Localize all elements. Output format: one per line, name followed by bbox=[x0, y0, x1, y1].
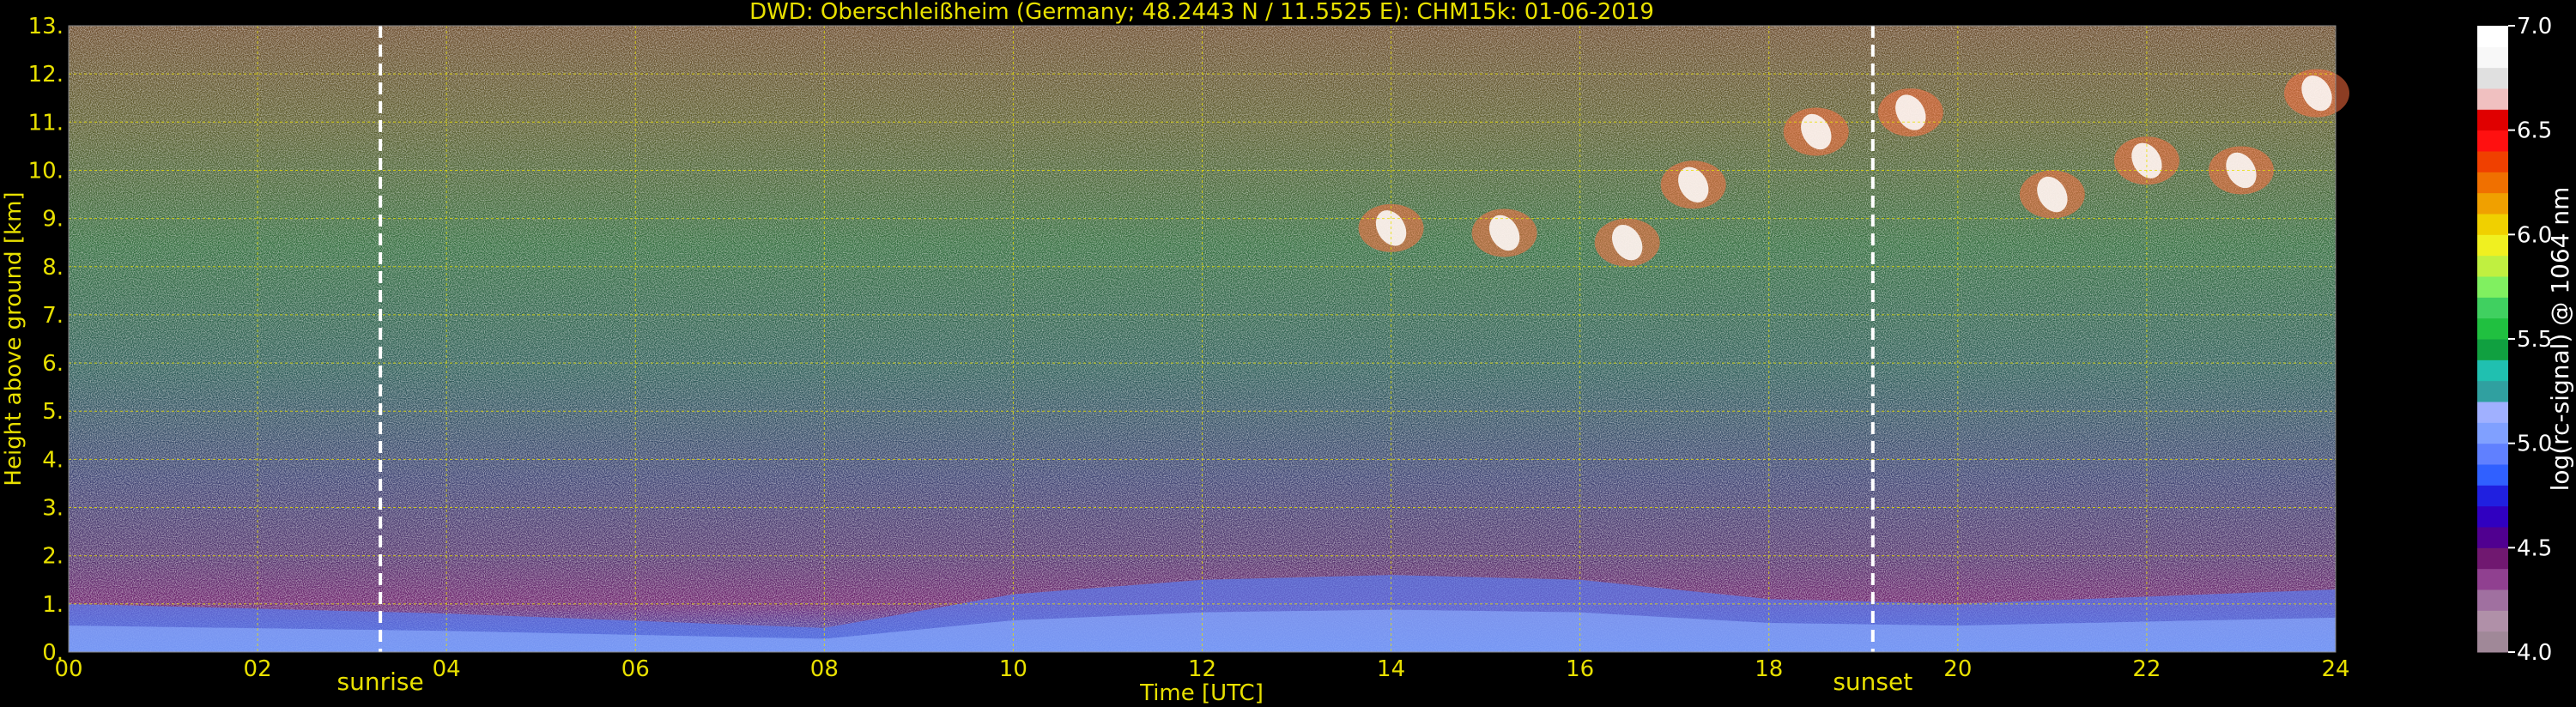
colorbar-cell bbox=[2477, 109, 2508, 131]
colorbar-cell bbox=[2477, 568, 2508, 590]
x-tick-label: 02 bbox=[244, 656, 272, 682]
x-tick-label: 24 bbox=[2321, 656, 2349, 682]
colorbar-cell bbox=[2477, 380, 2508, 402]
colorbar-cell bbox=[2477, 172, 2508, 194]
colorbar-cell bbox=[2477, 26, 2508, 47]
x-tick-label: 20 bbox=[1943, 656, 1972, 682]
chart-title: DWD: Oberschleißheim (Germany; 48.2443 N… bbox=[749, 0, 1654, 25]
colorbar-cell bbox=[2477, 297, 2508, 319]
y-tick-label: 7. bbox=[42, 303, 64, 329]
y-tick-labels: 0. 1. 2. 3. 4. 5. 6. 7. 8. 9. 10. 11. 12. 13. bbox=[28, 14, 64, 666]
y-tick-label: 2. bbox=[42, 544, 64, 570]
y-tick-label: 11. bbox=[28, 110, 64, 136]
colorbar: 4.04.55.05.56.06.57.0 log(rc-signal) @ 1… bbox=[2477, 14, 2574, 666]
x-tick-label: 06 bbox=[621, 656, 650, 682]
colorbar-cell bbox=[2477, 255, 2508, 277]
colorbar-tick-label: 6.5 bbox=[2517, 118, 2552, 144]
colorbar-tick-label: 4.5 bbox=[2517, 535, 2552, 561]
x-tick-label: 08 bbox=[810, 656, 839, 682]
colorbar-cell bbox=[2477, 610, 2508, 632]
ceilometer-chart: DWD: Oberschleißheim (Germany; 48.2443 N… bbox=[1, 0, 2574, 706]
event-label: sunset bbox=[1833, 668, 1912, 696]
colorbar-cell bbox=[2477, 443, 2508, 465]
y-tick-label: 5. bbox=[42, 399, 64, 425]
colorbar-cell bbox=[2477, 46, 2508, 69]
colorbar-cell bbox=[2477, 67, 2508, 89]
x-axis-label: Time [UTC] bbox=[1139, 680, 1264, 706]
colorbar-cell bbox=[2477, 214, 2508, 235]
y-axis-label: Height above ground [km] bbox=[1, 191, 27, 486]
x-tick-label: 04 bbox=[433, 656, 461, 682]
colorbar-cell bbox=[2477, 527, 2508, 548]
colorbar-cell bbox=[2477, 589, 2508, 611]
colorbar-cells bbox=[2477, 26, 2508, 653]
colorbar-cell bbox=[2477, 464, 2508, 486]
colorbar-label: log(rc-signal) @ 1064 nm bbox=[2546, 187, 2574, 492]
colorbar-cell bbox=[2477, 317, 2508, 340]
y-tick-label: 10. bbox=[28, 158, 64, 184]
colorbar-cell bbox=[2477, 422, 2508, 444]
colorbar-cell bbox=[2477, 547, 2508, 570]
colorbar-cell bbox=[2477, 505, 2508, 528]
colorbar-cell bbox=[2477, 360, 2508, 382]
colorbar-cell bbox=[2477, 151, 2508, 172]
x-tick-label: 18 bbox=[1755, 656, 1783, 682]
colorbar-cell bbox=[2477, 631, 2508, 653]
y-tick-label: 4. bbox=[42, 447, 64, 473]
colorbar-cell bbox=[2477, 485, 2508, 507]
colorbar-tick-label: 4.0 bbox=[2517, 640, 2552, 666]
y-tick-label: 8. bbox=[42, 255, 64, 281]
colorbar-cell bbox=[2477, 402, 2508, 423]
y-tick-label: 9. bbox=[42, 207, 64, 233]
colorbar-cell bbox=[2477, 192, 2508, 215]
x-tick-label: 14 bbox=[1377, 656, 1405, 682]
y-tick-label: 3. bbox=[42, 496, 64, 522]
x-tick-label: 22 bbox=[2132, 656, 2161, 682]
x-tick-label: 16 bbox=[1566, 656, 1594, 682]
colorbar-tick-label: 7.0 bbox=[2517, 14, 2552, 39]
y-tick-label: 1. bbox=[42, 592, 64, 618]
event-labels: sunrise sunset bbox=[337, 668, 1913, 696]
colorbar-cell bbox=[2477, 234, 2508, 257]
y-tick-label: 12. bbox=[28, 62, 64, 88]
plot-area bbox=[68, 25, 2349, 653]
y-tick-label: 6. bbox=[42, 351, 64, 377]
x-tick-label: 10 bbox=[999, 656, 1027, 682]
colorbar-cell bbox=[2477, 88, 2508, 110]
y-tick-label: 13. bbox=[28, 14, 64, 39]
x-tick-label: 12 bbox=[1188, 656, 1216, 682]
colorbar-cell bbox=[2477, 276, 2508, 298]
y-tick-label: 0. bbox=[42, 640, 64, 666]
colorbar-cell bbox=[2477, 339, 2508, 360]
event-label: sunrise bbox=[337, 668, 424, 696]
colorbar-cell bbox=[2477, 130, 2508, 152]
